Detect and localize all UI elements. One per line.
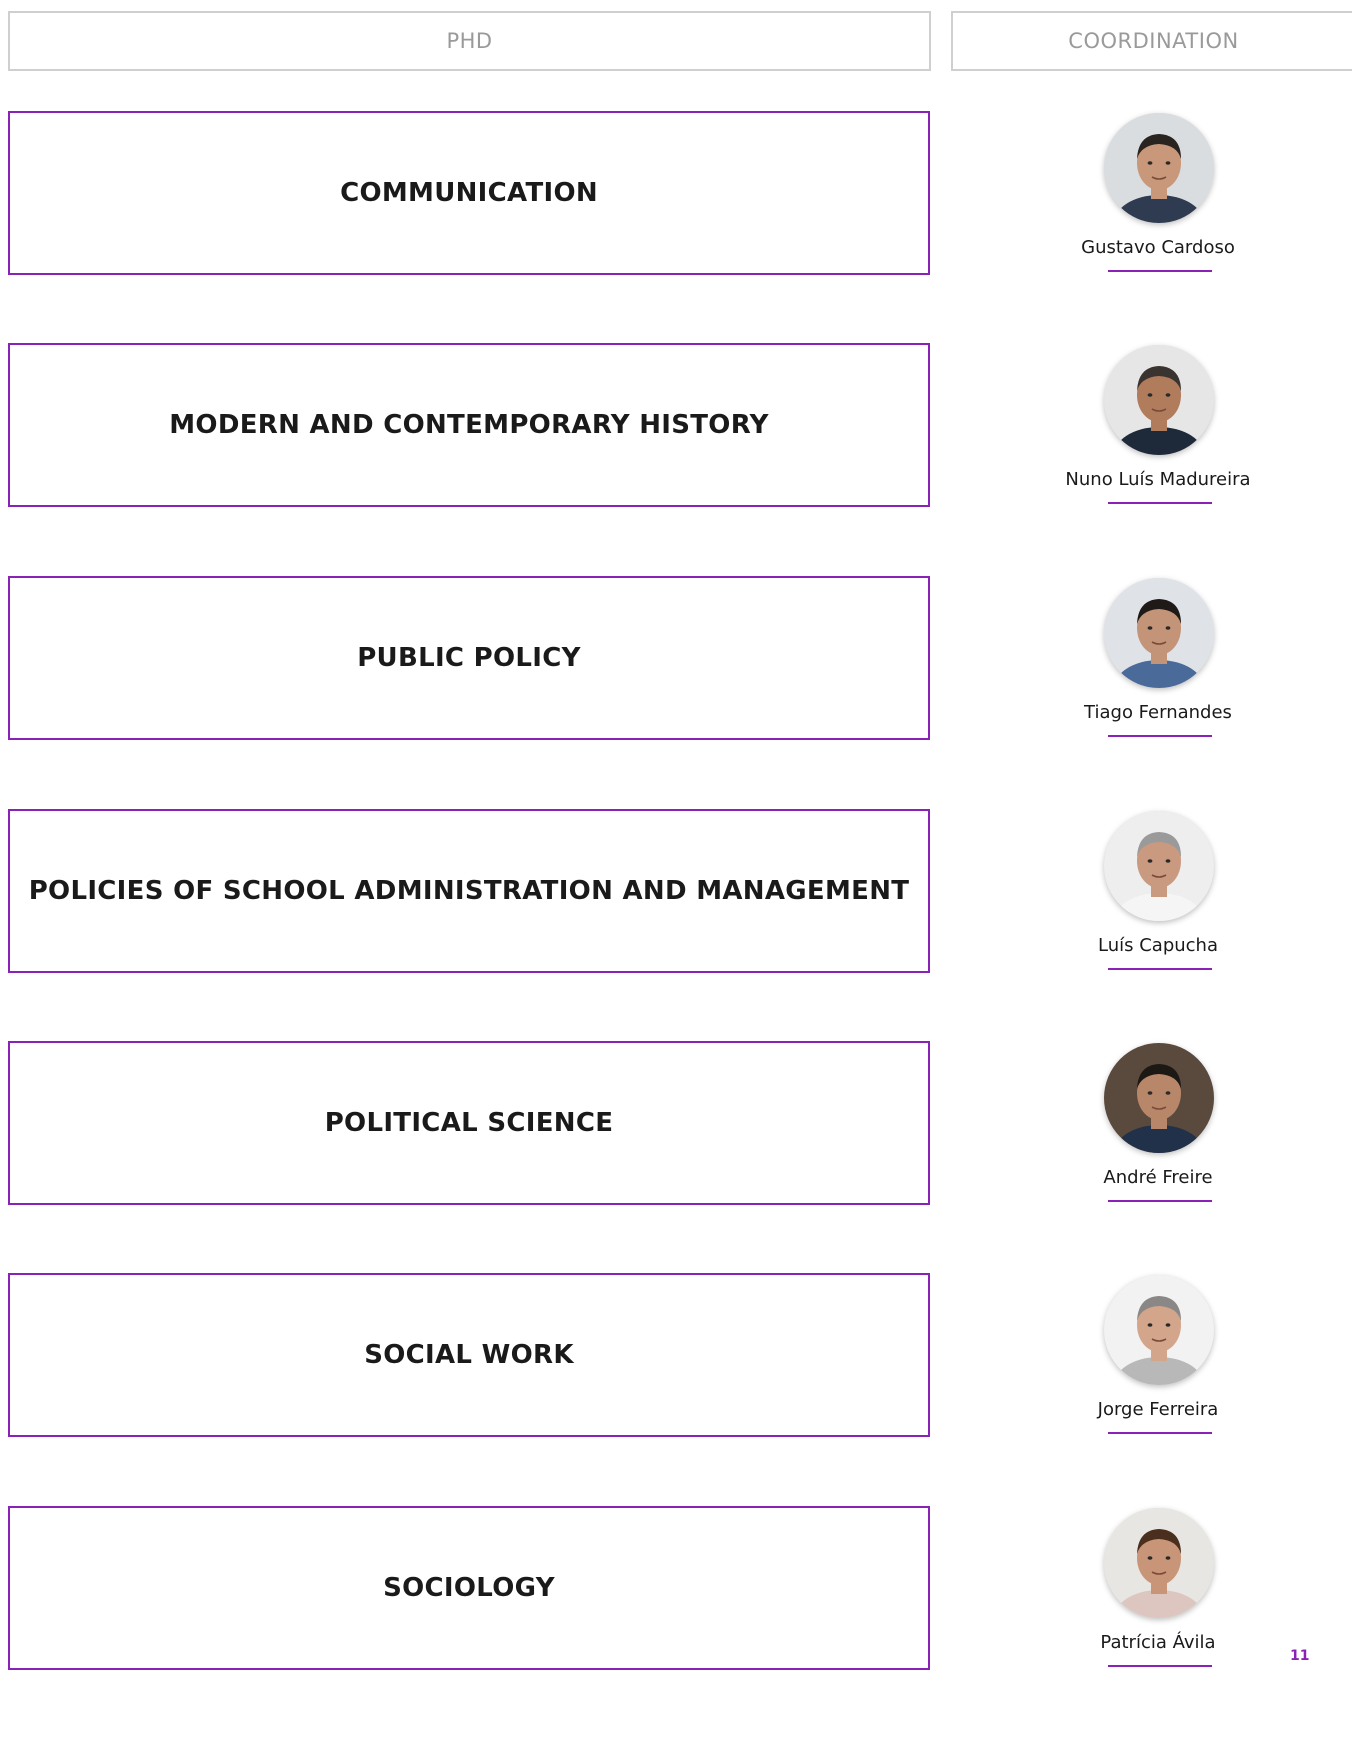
coordinator-avatar <box>1104 113 1214 223</box>
coordinator[interactable]: Patrícia Ávila <box>1058 1508 1258 1678</box>
coordinator-underline <box>1108 270 1212 272</box>
coordinator-avatar <box>1104 345 1214 455</box>
coordinator-avatar <box>1104 578 1214 688</box>
coordinator[interactable]: Luís Capucha <box>1058 811 1258 981</box>
coordinator-name[interactable]: Nuno Luís Madureira <box>1038 469 1278 490</box>
page-number: 11 <box>1290 1648 1310 1664</box>
coordinator-underline <box>1108 968 1212 970</box>
portrait-icon <box>1104 1043 1214 1153</box>
portrait-icon <box>1104 578 1214 688</box>
coordinator-underline <box>1108 502 1212 504</box>
program-title: POLICIES OF SCHOOL ADMINISTRATION AND MA… <box>28 876 910 906</box>
program-title: PUBLIC POLICY <box>357 643 581 673</box>
coordinator[interactable]: Nuno Luís Madureira <box>1058 345 1258 515</box>
coordinator[interactable]: André Freire <box>1058 1043 1258 1213</box>
coordinator-underline <box>1108 1200 1212 1202</box>
coordinator-name[interactable]: Tiago Fernandes <box>1038 702 1278 723</box>
portrait-icon <box>1104 811 1214 921</box>
coordinator-underline <box>1108 735 1212 737</box>
coordinator-avatar <box>1104 1043 1214 1153</box>
program-title: POLITICAL SCIENCE <box>324 1108 614 1138</box>
program-row: SOCIAL WORK Jorge Ferreira <box>0 1273 1352 1505</box>
coordinator-avatar <box>1104 1508 1214 1618</box>
coordination-column-header: COORDINATION <box>951 11 1352 71</box>
program-row: POLICIES OF SCHOOL ADMINISTRATION AND MA… <box>0 809 1352 1041</box>
coordinator[interactable]: Tiago Fernandes <box>1058 578 1258 748</box>
coordinator-name[interactable]: Luís Capucha <box>1038 935 1278 956</box>
portrait-icon <box>1104 113 1214 223</box>
program-title-box[interactable]: POLITICAL SCIENCE <box>8 1041 930 1205</box>
coordinator-underline <box>1108 1432 1212 1434</box>
program-title-box[interactable]: SOCIAL WORK <box>8 1273 930 1437</box>
portrait-icon <box>1104 1508 1214 1618</box>
coordinator-name[interactable]: Patrícia Ávila <box>1038 1632 1278 1653</box>
program-row: POLITICAL SCIENCE André Freire <box>0 1041 1352 1273</box>
program-row: MODERN AND CONTEMPORARY HISTORY Nuno Luí… <box>0 343 1352 575</box>
coordination-column-header-label: COORDINATION <box>1068 29 1239 53</box>
program-title: SOCIOLOGY <box>383 1573 555 1603</box>
program-row: COMMUNICATION Gustavo Cardoso <box>0 111 1352 343</box>
program-row: PUBLIC POLICY Tiago Fernandes <box>0 576 1352 808</box>
program-title-box[interactable]: PUBLIC POLICY <box>8 576 930 740</box>
phd-column-header-label: PHD <box>446 29 493 53</box>
phd-column-header: PHD <box>8 11 931 71</box>
portrait-icon <box>1104 1275 1214 1385</box>
coordinator-name[interactable]: Jorge Ferreira <box>1038 1399 1278 1420</box>
program-title: SOCIAL WORK <box>364 1340 574 1370</box>
coordinator[interactable]: Gustavo Cardoso <box>1058 113 1258 283</box>
program-title-box[interactable]: SOCIOLOGY <box>8 1506 930 1670</box>
coordinator[interactable]: Jorge Ferreira <box>1058 1275 1258 1445</box>
program-title-box[interactable]: POLICIES OF SCHOOL ADMINISTRATION AND MA… <box>8 809 930 973</box>
portrait-icon <box>1104 345 1214 455</box>
program-title: COMMUNICATION <box>340 178 598 208</box>
coordinator-avatar <box>1104 811 1214 921</box>
program-row: SOCIOLOGY Patrícia Ávila <box>0 1506 1352 1738</box>
program-title: MODERN AND CONTEMPORARY HISTORY <box>169 410 769 440</box>
program-title-box[interactable]: MODERN AND CONTEMPORARY HISTORY <box>8 343 930 507</box>
coordinator-avatar <box>1104 1275 1214 1385</box>
program-title-box[interactable]: COMMUNICATION <box>8 111 930 275</box>
coordinator-name[interactable]: André Freire <box>1038 1167 1278 1188</box>
coordinator-name[interactable]: Gustavo Cardoso <box>1038 237 1278 258</box>
coordinator-underline <box>1108 1665 1212 1667</box>
